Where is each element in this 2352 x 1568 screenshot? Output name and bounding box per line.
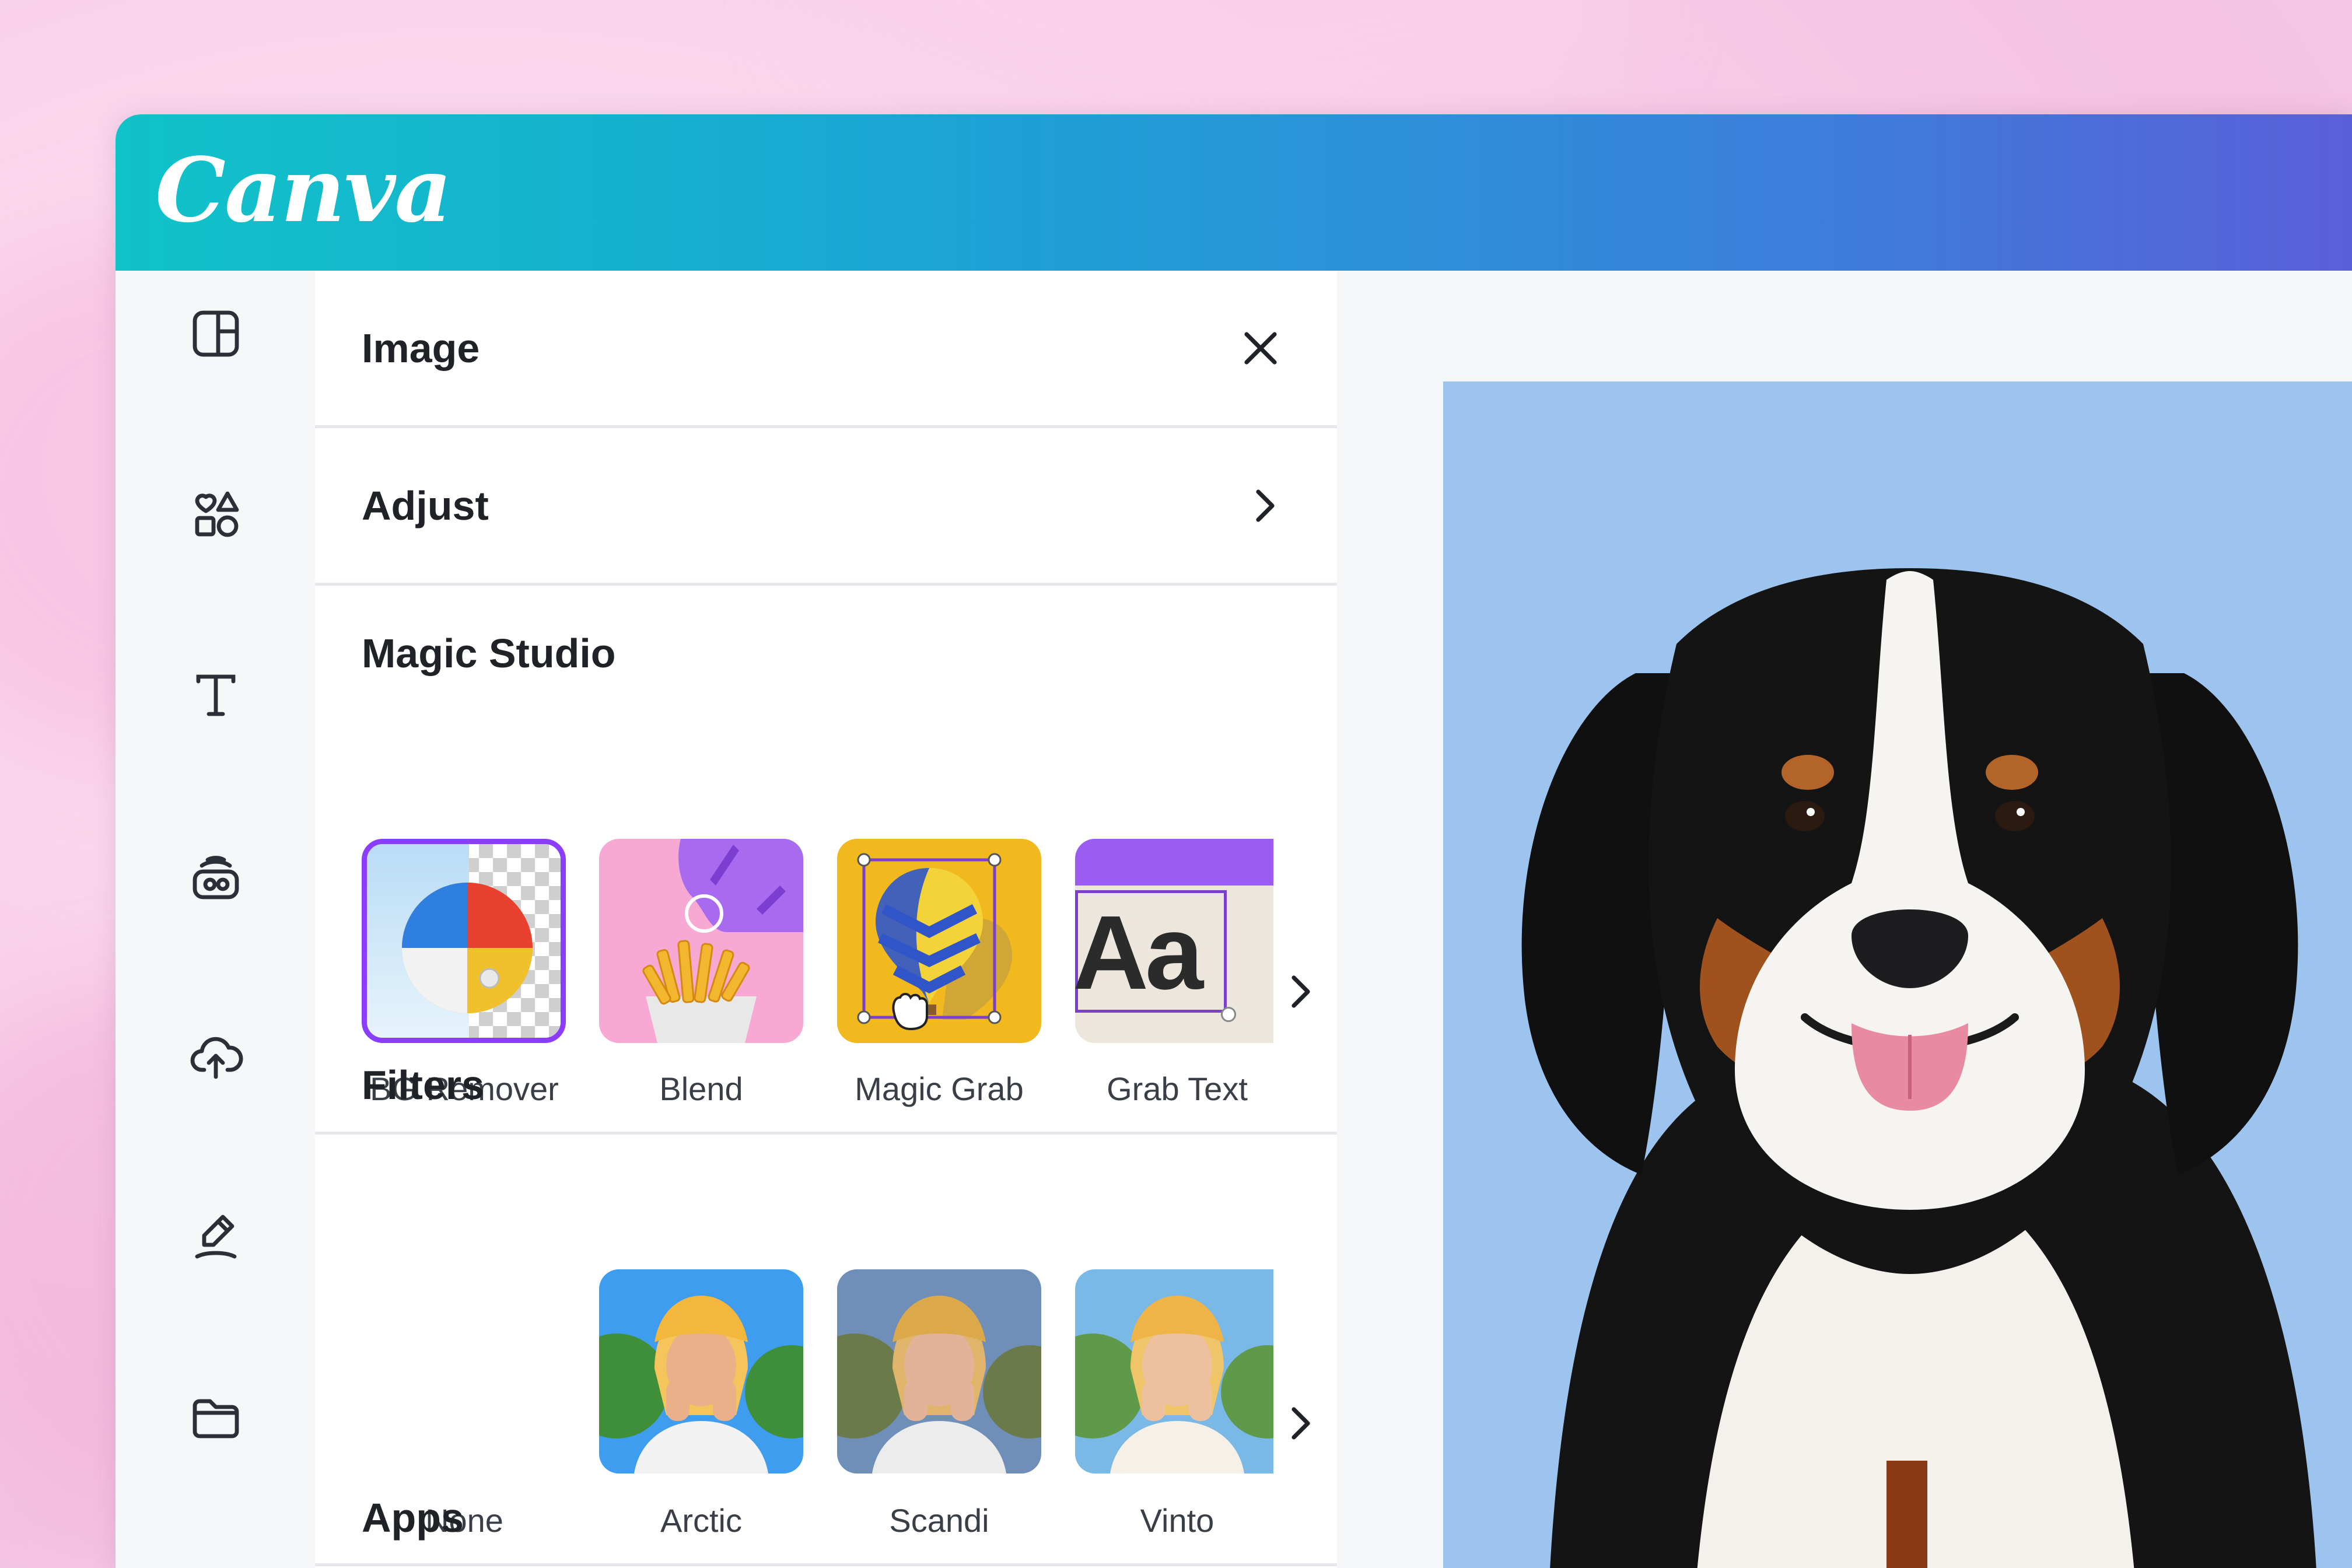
grab-text-sample: Aa: [1075, 894, 1203, 1012]
tool-blend[interactable]: [599, 839, 803, 1043]
tool-bg-remover[interactable]: [362, 839, 566, 1043]
panel-header: Image: [315, 271, 1337, 428]
layout-icon: [192, 310, 239, 357]
rail-item-draw[interactable]: [183, 1203, 249, 1268]
tool-magic-grab[interactable]: [837, 839, 1041, 1043]
filter-none[interactable]: [362, 1269, 566, 1474]
rail-item-projects[interactable]: [183, 1385, 249, 1450]
filter-thumbnail: [599, 1269, 803, 1474]
filter-thumbnail: [837, 1269, 1041, 1474]
rail-item-uploads[interactable]: [183, 1023, 249, 1088]
text-icon: [196, 674, 236, 716]
tool-label: Blend: [659, 1070, 743, 1107]
header-bar: Canva: [116, 114, 2352, 271]
filters-next-button[interactable]: [1283, 1400, 1318, 1447]
adjust-row[interactable]: Adjust: [315, 428, 1337, 586]
magic-grab-thumbnail: [857, 853, 1012, 1031]
filter-label: Scandi: [889, 1502, 989, 1539]
filter-vinto[interactable]: [1075, 1269, 1273, 1474]
side-rail: [116, 271, 315, 1568]
filter-thumbnail: [1075, 1269, 1273, 1474]
tool-grab-text[interactable]: Aa: [1075, 839, 1273, 1043]
adjust-chevron[interactable]: [1238, 480, 1290, 532]
rail-item-design[interactable]: [183, 301, 249, 366]
filter-label: Vinto: [1140, 1502, 1214, 1539]
folder-icon: [192, 1399, 239, 1438]
adjust-label: Adjust: [362, 482, 489, 528]
design-canvas[interactable]: [1337, 271, 2352, 1568]
apps-title: Apps: [362, 1495, 464, 1541]
canva-logo[interactable]: Canva: [155, 138, 452, 242]
bg-remover-thumbnail: [367, 844, 561, 1038]
rail-item-elements[interactable]: [183, 482, 249, 547]
rail-item-brand[interactable]: [183, 845, 249, 910]
grab-text-band: [1075, 839, 1273, 886]
section-divider: [315, 1563, 1337, 1566]
tool-label: Grab Text: [1107, 1070, 1248, 1107]
magic-studio-title: Magic Studio: [362, 631, 616, 676]
app-window: Canva Image Adjust Magic Studio BG Remov…: [116, 114, 2352, 1568]
draw-icon: [195, 1214, 237, 1259]
upload-cloud-icon: [190, 1037, 243, 1079]
magic-studio-next-button[interactable]: [1283, 968, 1318, 1015]
panel-title: Image: [362, 325, 480, 371]
elements-icon: [195, 491, 239, 537]
brand-icon: [192, 856, 239, 900]
rail-item-text[interactable]: [183, 663, 249, 728]
filters-title: Filters: [362, 1062, 485, 1108]
section-divider: [315, 1132, 1337, 1135]
close-button[interactable]: [1234, 322, 1287, 374]
filter-arctic[interactable]: [599, 1269, 803, 1474]
blend-thumbnail: [642, 839, 803, 1043]
tool-label: Magic Grab: [855, 1070, 1024, 1107]
close-icon: [1244, 331, 1277, 365]
filter-scandi[interactable]: [837, 1269, 1041, 1474]
grab-text-handle: [1221, 1007, 1236, 1022]
image-edit-panel: Image Adjust Magic Studio BG Remover Ble…: [315, 271, 1337, 1568]
dog-photo[interactable]: [1443, 382, 2352, 1568]
filter-label: Arctic: [660, 1502, 742, 1539]
dog-image: [1521, 568, 2316, 1568]
chevron-right-icon: [1256, 489, 1275, 522]
